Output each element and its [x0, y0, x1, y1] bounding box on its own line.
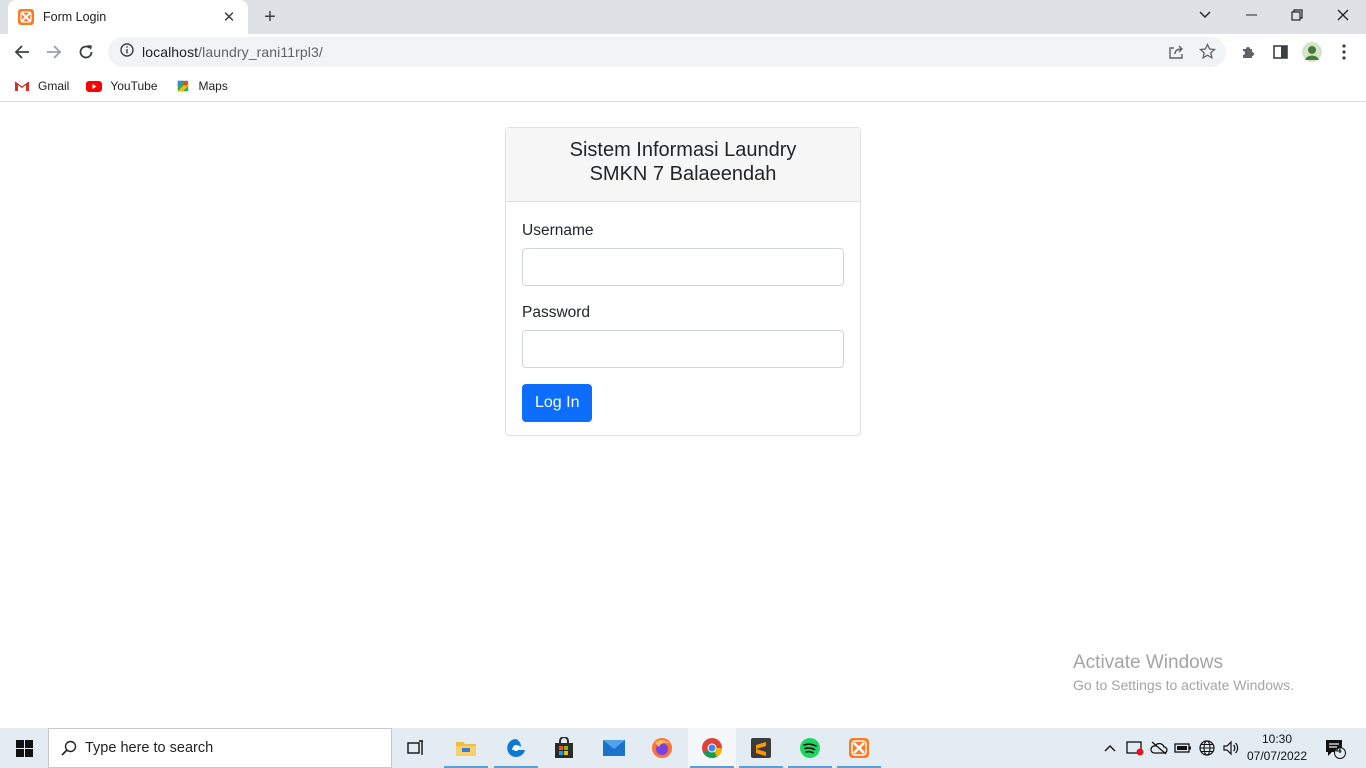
xampp-button[interactable]: [835, 728, 883, 768]
xampp-icon: [849, 738, 869, 758]
restore-button[interactable]: [1274, 0, 1320, 30]
edge-button[interactable]: [492, 728, 540, 768]
login-card: Sistem Informasi Laundry SMKN 7 Balaeend…: [505, 127, 861, 436]
mail-icon: [603, 740, 625, 756]
site-info-icon[interactable]: [120, 42, 134, 62]
task-view-icon: [407, 740, 423, 755]
battery-icon[interactable]: [1172, 728, 1194, 768]
reload-button[interactable]: [72, 38, 100, 66]
search-icon: [61, 740, 77, 756]
chrome-button[interactable]: [688, 728, 736, 768]
forward-button[interactable]: [40, 38, 68, 66]
notification-count-badge: 4: [1336, 745, 1342, 756]
taskbar: Type here to search 10:30 07/07/2022 4: [0, 728, 1366, 768]
tab-title: Form Login: [43, 10, 107, 24]
bookmark-youtube[interactable]: YouTube: [86, 78, 158, 93]
bookmark-gmail[interactable]: Gmail: [14, 79, 69, 93]
extensions-puzzle-icon[interactable]: [1234, 38, 1262, 66]
login-card-header: Sistem Informasi Laundry SMKN 7 Balaeend…: [506, 128, 860, 202]
gmail-icon: [14, 81, 30, 91]
youtube-icon: [86, 80, 103, 92]
address-bar[interactable]: localhost/laundry_rani11rpl3/: [108, 37, 1226, 67]
tab-close-icon[interactable]: ✕: [220, 8, 238, 26]
browser-tab[interactable]: Form Login ✕: [8, 0, 248, 34]
url-host: localhost: [142, 44, 199, 60]
taskbar-search-box[interactable]: Type here to search: [48, 728, 392, 768]
url-text: localhost/laundry_rani11rpl3/: [142, 44, 323, 60]
login-title-line1: Sistem Informasi Laundry: [569, 139, 797, 161]
file-explorer-icon: [456, 742, 476, 756]
volume-icon[interactable]: [1220, 728, 1242, 768]
taskbar-clock[interactable]: 10:30 07/07/2022: [1246, 731, 1308, 765]
login-button[interactable]: Log In: [522, 384, 593, 422]
new-tab-button[interactable]: +: [258, 5, 282, 29]
xampp-favicon-icon: [18, 9, 34, 25]
browser-menu-icon[interactable]: [1330, 38, 1358, 66]
chevron-up-icon: [1104, 745, 1116, 752]
firefox-icon: [652, 738, 672, 758]
network-globe-icon[interactable]: [1196, 728, 1218, 768]
activate-windows-subtitle: Go to Settings to activate Windows.: [1073, 677, 1294, 693]
sublime-text-icon: [751, 738, 771, 758]
action-center-button[interactable]: 4: [1318, 728, 1352, 768]
start-button[interactable]: [0, 728, 48, 768]
password-label: Password: [522, 304, 591, 321]
sublime-text-button[interactable]: [737, 728, 785, 768]
task-view-button[interactable]: [392, 728, 440, 768]
clock-time: 10:30: [1261, 732, 1293, 746]
chrome-icon: [702, 738, 723, 759]
onedrive-offline-icon[interactable]: [1148, 728, 1170, 768]
bookmark-maps[interactable]: Maps: [175, 79, 228, 93]
maps-icon: [177, 80, 188, 91]
browser-toolbar: localhost/laundry_rani11rpl3/: [0, 34, 1366, 70]
windows-logo-icon: [15, 739, 33, 757]
tab-strip: Form Login ✕ +: [0, 0, 1366, 34]
edge-icon: [507, 739, 525, 757]
bookmark-youtube-label: YouTube: [110, 78, 158, 93]
password-input[interactable]: [522, 330, 844, 368]
username-input[interactable]: [522, 248, 844, 286]
notification-icon: [1326, 740, 1346, 759]
activate-windows-watermark: Activate Windows Go to Settings to activ…: [1073, 652, 1294, 693]
bookmarks-bar: Gmail YouTube Maps: [0, 70, 1366, 102]
firefox-button[interactable]: [638, 728, 686, 768]
minimize-button[interactable]: [1228, 0, 1274, 30]
clock-date: 07/07/2022: [1246, 749, 1308, 763]
store-bag-icon: [555, 737, 573, 758]
profile-avatar[interactable]: [1298, 38, 1326, 66]
activate-windows-title: Activate Windows: [1073, 652, 1223, 673]
taskbar-search-placeholder: Type here to search: [85, 740, 214, 756]
bookmark-star-icon[interactable]: [1198, 42, 1217, 65]
side-panel-icon[interactable]: [1266, 38, 1294, 66]
url-path: /laundry_rani11rpl3/: [198, 44, 323, 60]
spotify-icon: [800, 738, 820, 758]
show-hidden-icons-button[interactable]: [1100, 728, 1120, 768]
tab-search-chevron-icon[interactable]: [1182, 0, 1228, 30]
login-form: Username Password Log In: [506, 202, 860, 438]
share-icon[interactable]: [1168, 44, 1184, 65]
mail-button[interactable]: [590, 728, 638, 768]
login-title-line2: SMKN 7 Balaeendah: [589, 163, 777, 185]
bookmark-gmail-label: Gmail: [38, 78, 70, 93]
bookmark-maps-label: Maps: [198, 78, 228, 93]
spotify-button[interactable]: [786, 728, 834, 768]
file-explorer-button[interactable]: [442, 728, 490, 768]
security-tray-icon[interactable]: [1124, 728, 1146, 768]
close-window-button[interactable]: [1320, 0, 1366, 30]
back-button[interactable]: [8, 38, 36, 66]
store-button[interactable]: [540, 728, 588, 768]
username-label: Username: [522, 222, 594, 239]
